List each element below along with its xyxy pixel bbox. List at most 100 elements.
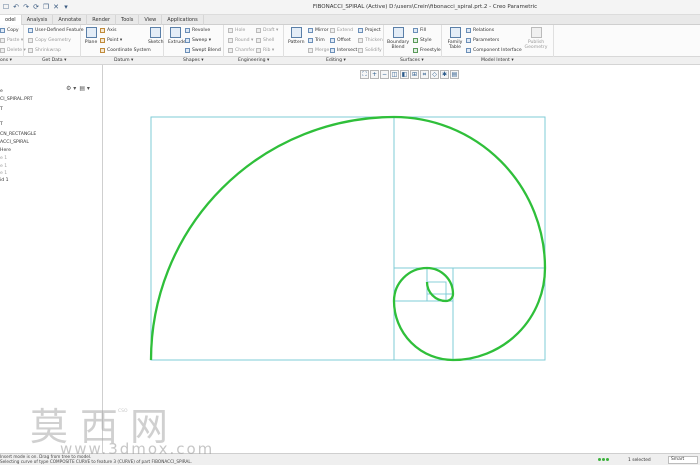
tree-item[interactable]: e 1 bbox=[0, 171, 7, 176]
extrude-button[interactable]: Extrude bbox=[168, 27, 186, 45]
shrinkwrap-button[interactable]: Shrinkwrap bbox=[28, 48, 61, 53]
round-button[interactable]: Round ▾ bbox=[228, 38, 253, 43]
relations-button[interactable]: Relations bbox=[466, 28, 494, 33]
mirror-button[interactable]: Mirror bbox=[308, 28, 329, 33]
merge-button[interactable]: Merge bbox=[308, 48, 329, 53]
zoom-in-icon[interactable]: + bbox=[370, 70, 379, 79]
tree-item[interactable]: e bbox=[0, 89, 3, 94]
fill-button[interactable]: Fill bbox=[413, 28, 426, 33]
project-button[interactable]: Project bbox=[358, 28, 381, 33]
status-message-2: Selecting curve of type COMPOSITE CURVE … bbox=[0, 459, 193, 464]
tab-view[interactable]: View bbox=[139, 15, 163, 25]
creo-window: ☐ ↶ ↷ ⟳ ❐ ✕ ▾ FIBONACCI_SPIRAL (Active) … bbox=[0, 0, 700, 465]
draft-button[interactable]: Draft ▾ bbox=[256, 28, 278, 33]
copy-button[interactable]: Copy bbox=[0, 28, 19, 33]
shapes-group-label[interactable]: Shapes ▾ bbox=[183, 58, 204, 63]
selected-count[interactable]: 1 selected bbox=[628, 458, 651, 463]
shell-button[interactable]: Shell bbox=[256, 38, 274, 43]
tab-render[interactable]: Render bbox=[87, 15, 117, 25]
title-bar: ☐ ↶ ↷ ⟳ ❐ ✕ ▾ FIBONACCI_SPIRAL (Active) … bbox=[0, 0, 700, 15]
datum-group-label[interactable]: Datum ▾ bbox=[114, 58, 133, 63]
graphics-toolbar: ⛶ + − ◫ ◧ ⊞ ⌗ ◇ ✱ ▤ bbox=[360, 70, 459, 80]
freestyle-button[interactable]: Freestyle bbox=[413, 48, 441, 53]
trim-button[interactable]: Trim bbox=[308, 38, 325, 43]
rib-button[interactable]: Rib ▾ bbox=[256, 48, 274, 53]
delete-button[interactable]: Delete ▾ bbox=[0, 48, 26, 53]
point-button[interactable]: Point ▾ bbox=[100, 38, 122, 43]
datum-display-icon[interactable]: ◇ bbox=[430, 70, 439, 79]
revolve-button[interactable]: Revolve bbox=[185, 28, 210, 33]
round-icon bbox=[228, 38, 233, 43]
tree-settings-icon[interactable]: ⚙ ▾ bbox=[66, 85, 76, 92]
hole-button[interactable]: Hole bbox=[228, 28, 245, 33]
tree-item[interactable]: e 1 bbox=[0, 156, 7, 161]
group-surfaces: Boundary Blend Fill Style Freestyle bbox=[386, 25, 442, 57]
operations-group-label[interactable]: ons ▾ bbox=[0, 58, 12, 63]
component-interface-button[interactable]: Component Interface bbox=[466, 48, 522, 53]
tree-item[interactable]: T bbox=[0, 107, 3, 112]
sketch-icon bbox=[149, 27, 161, 38]
annotation-display-icon[interactable]: ▤ bbox=[450, 70, 459, 79]
refit-icon[interactable]: ⛶ bbox=[360, 70, 369, 79]
tab-model[interactable]: odel bbox=[0, 15, 22, 25]
selection-filter[interactable]: Smart bbox=[668, 456, 698, 464]
tab-applications[interactable]: Applications bbox=[162, 15, 204, 25]
zoom-out-icon[interactable]: − bbox=[380, 70, 389, 79]
fibonacci-rectangles bbox=[150, 116, 546, 361]
tree-item-rectangle[interactable]: CN_RECTANGLE bbox=[0, 132, 36, 137]
get-data-group-label[interactable]: Get Data ▾ bbox=[42, 58, 66, 63]
spin-center-icon[interactable]: ✱ bbox=[440, 70, 449, 79]
tab-tools[interactable]: Tools bbox=[116, 15, 140, 25]
view-manager-icon[interactable]: ⌗ bbox=[420, 70, 429, 79]
sketch-button[interactable]: Sketch bbox=[148, 27, 163, 45]
rib-icon bbox=[256, 48, 261, 53]
tree-item-insert-here[interactable]: Here bbox=[0, 148, 11, 153]
tree-item-part[interactable]: CI_SPIRAL.PRT bbox=[0, 97, 33, 102]
sweep-icon bbox=[185, 38, 190, 43]
watermark-url: www.3dmox.com bbox=[60, 440, 215, 458]
pattern-button[interactable]: Pattern bbox=[288, 27, 305, 45]
publish-geometry-button[interactable]: Publish Geometry bbox=[522, 27, 550, 50]
udf-button[interactable]: User-Defined Feature bbox=[28, 28, 84, 33]
sweep-button[interactable]: Sweep ▾ bbox=[185, 38, 211, 43]
display-style-icon[interactable]: ◧ bbox=[400, 70, 409, 79]
saved-views-icon[interactable]: ⊞ bbox=[410, 70, 419, 79]
model-intent-group-label[interactable]: Model Intent ▾ bbox=[481, 58, 514, 63]
fibonacci-spiral-curve[interactable] bbox=[149, 115, 547, 362]
plane-button[interactable]: Plane bbox=[84, 27, 98, 45]
thicken-button[interactable]: Thicken bbox=[358, 38, 383, 43]
paste-button[interactable]: Paste ▾ bbox=[0, 38, 23, 43]
solidify-button[interactable]: Solidify bbox=[358, 48, 382, 53]
csys-icon bbox=[100, 48, 105, 53]
family-table-button[interactable]: Family Table bbox=[446, 27, 464, 50]
tree-item[interactable]: e 1 bbox=[0, 164, 7, 169]
editing-group-label[interactable]: Editing ▾ bbox=[326, 58, 346, 63]
extrude-icon bbox=[169, 27, 181, 38]
fibonacci-square bbox=[452, 267, 546, 361]
repaint-icon[interactable]: ◫ bbox=[390, 70, 399, 79]
intersect-button[interactable]: Intersect bbox=[330, 48, 357, 53]
swept-blend-button[interactable]: Swept Blend bbox=[185, 48, 221, 53]
relations-icon bbox=[466, 28, 471, 33]
extend-button[interactable]: Extend bbox=[330, 28, 353, 33]
parameters-button[interactable]: Parameters bbox=[466, 38, 499, 43]
copy-geometry-button[interactable]: Copy Geometry bbox=[28, 38, 71, 43]
engineering-group-label[interactable]: Engineering ▾ bbox=[238, 58, 269, 63]
tree-columns-icon[interactable]: ▤ ▾ bbox=[79, 85, 90, 92]
offset-button[interactable]: Offset bbox=[330, 38, 351, 43]
tree-item-spiral[interactable]: ACCI_SPIRAL bbox=[0, 140, 29, 145]
chamfer-button[interactable]: Chamfer ▾ bbox=[228, 48, 259, 53]
delete-icon bbox=[0, 48, 5, 53]
graphics-area[interactable]: CSO bbox=[104, 80, 700, 453]
tree-item[interactable]: id 1 bbox=[0, 178, 9, 183]
tree-item[interactable]: T bbox=[0, 122, 3, 127]
boundary-blend-button[interactable]: Boundary Blend bbox=[387, 27, 409, 50]
surfaces-group-label[interactable]: Surfaces ▾ bbox=[400, 58, 424, 63]
csys-button[interactable]: Coordinate System bbox=[100, 48, 151, 53]
component-interface-icon bbox=[466, 48, 471, 53]
tab-annotate[interactable]: Annotate bbox=[53, 15, 88, 25]
axis-button[interactable]: Axis bbox=[100, 28, 117, 33]
group-get-data: User-Defined Feature Copy Geometry Shrin… bbox=[26, 25, 84, 57]
style-button[interactable]: Style bbox=[413, 38, 432, 43]
tab-analysis[interactable]: Analysis bbox=[22, 15, 54, 25]
